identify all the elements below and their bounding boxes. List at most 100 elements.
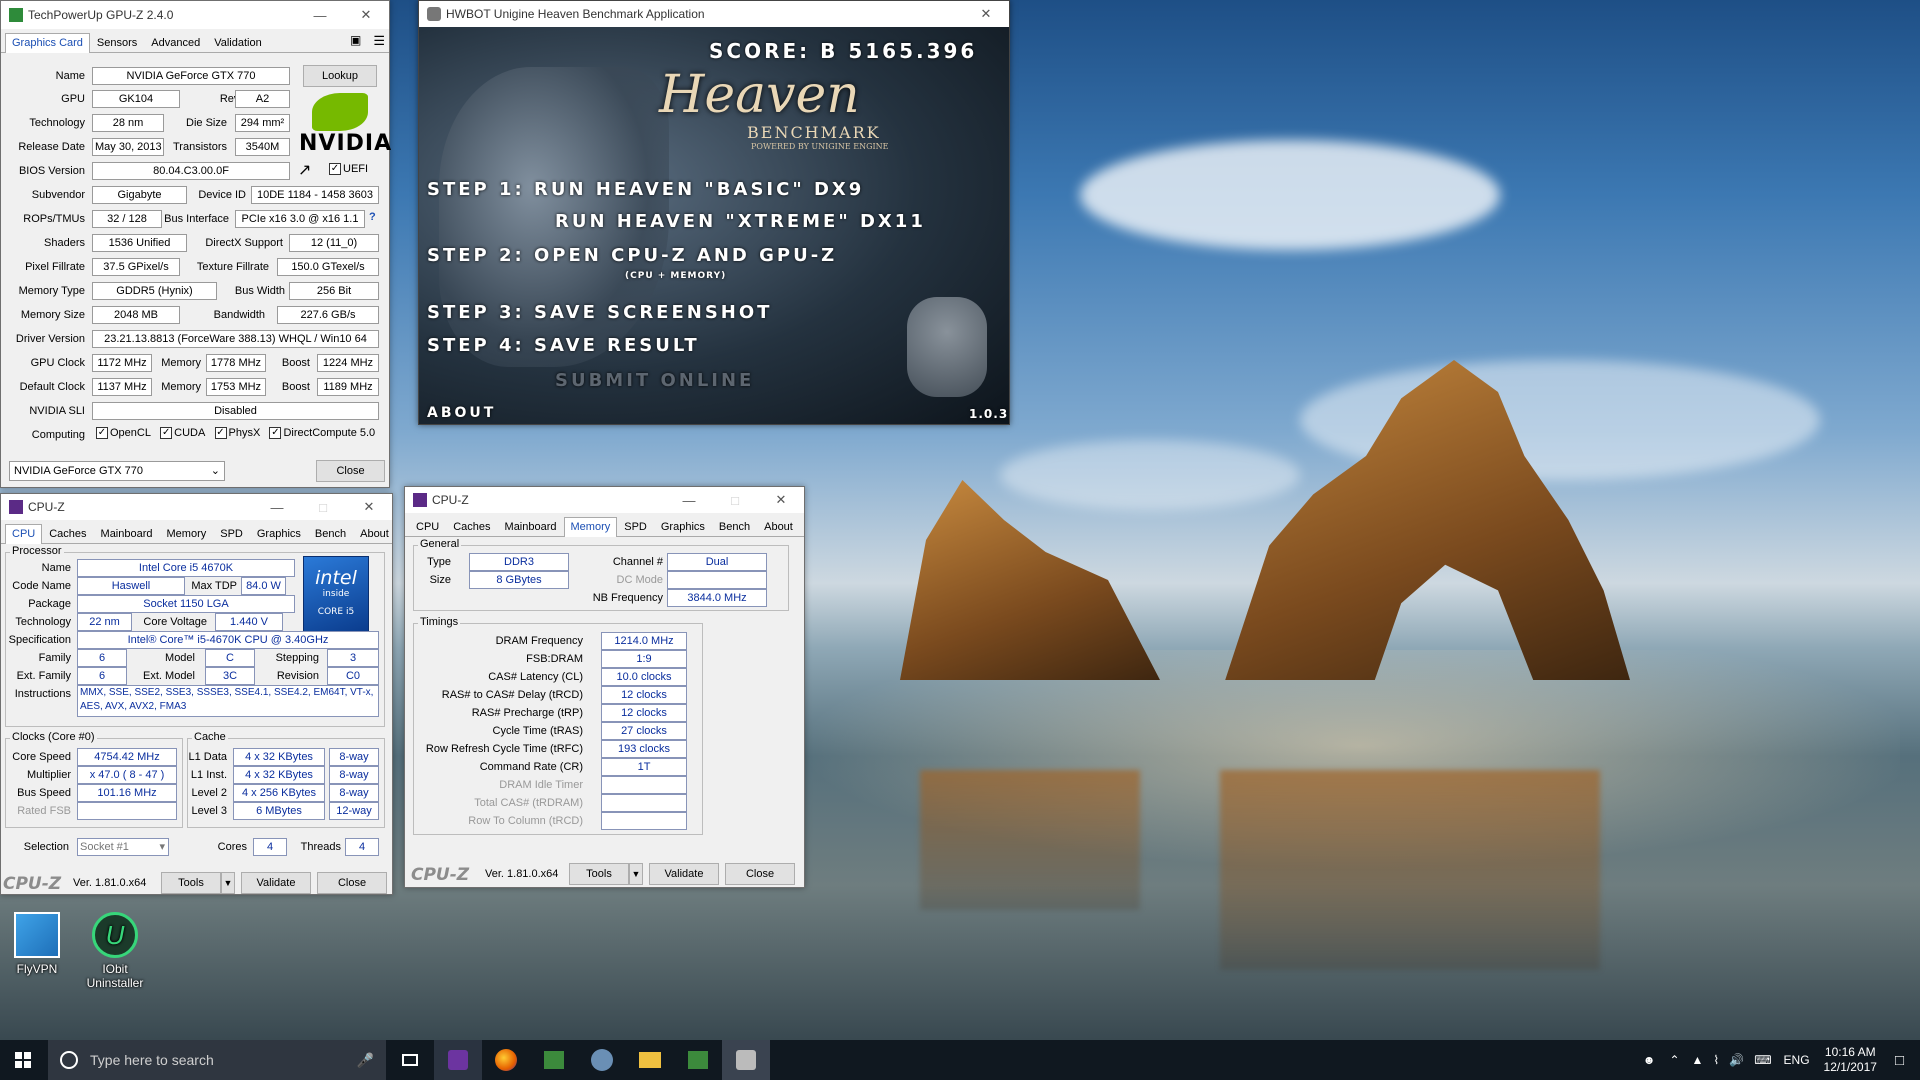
gpuz-titlebar[interactable]: TechPowerUp GPU-Z 2.4.0 — ✕ — [1, 1, 389, 29]
taskbar-file-explorer[interactable] — [626, 1040, 674, 1080]
tab-validation[interactable]: Validation — [207, 33, 269, 53]
submit-online-link[interactable]: SUBMIT ONLINE — [555, 370, 754, 391]
step4-link[interactable]: STEP 4: SAVE RESULT — [427, 335, 700, 356]
cuda-checkbox[interactable]: ✓ CUDA — [160, 427, 205, 440]
tools-button[interactable]: Tools — [161, 872, 221, 894]
socket-select[interactable]: Socket #1 ▾ — [77, 838, 169, 856]
taskbar-gpuz-2[interactable] — [674, 1040, 722, 1080]
desktop-icon-flyvpn[interactable]: FlyVPN — [2, 912, 72, 976]
minimize-icon[interactable]: — — [666, 486, 712, 514]
volume-icon[interactable]: 🔊 — [1729, 1053, 1744, 1067]
validate-button[interactable]: Validate — [241, 872, 311, 894]
close-button[interactable]: Close — [725, 863, 795, 885]
label: Stepping — [275, 652, 319, 664]
taskbar-steam[interactable] — [578, 1040, 626, 1080]
cpuz-titlebar[interactable]: CPU-Z — □ ✕ — [1, 494, 392, 520]
step1-xtreme-link[interactable]: RUN HEAVEN "XTREME" DX11 — [555, 211, 926, 232]
tab-memory[interactable]: Memory — [160, 524, 214, 544]
tab-spd[interactable]: SPD — [213, 524, 250, 544]
clock[interactable]: 10:16 AM 12/1/2017 — [1824, 1045, 1877, 1075]
dc-mode-field — [667, 571, 767, 589]
task-view-button[interactable] — [386, 1040, 434, 1080]
tab-about[interactable]: About — [353, 524, 396, 544]
step3-link[interactable]: STEP 3: SAVE SCREENSHOT — [427, 302, 772, 323]
gpu-select[interactable]: NVIDIA GeForce GTX 770 ⌄ — [9, 461, 225, 481]
close-button[interactable]: Close — [316, 460, 385, 482]
device-id-field: 10DE 1184 - 1458 3603 — [251, 186, 379, 204]
menu-icon[interactable]: ☰ — [373, 33, 385, 52]
search-box[interactable]: Type here to search 🎤 — [48, 1040, 386, 1080]
cpuz-titlebar[interactable]: CPU-Z — □ ✕ — [405, 487, 804, 513]
lookup-button[interactable]: Lookup — [303, 65, 377, 87]
tab-bench[interactable]: Bench — [712, 517, 757, 537]
tools-dropdown-icon[interactable]: ▼ — [629, 863, 643, 885]
default-memory-field: 1753 MHz — [206, 378, 266, 396]
system-tray: ☻ ⌃ ▲ ⌇ 🔊 ⌨ ENG 10:16 AM 12/1/2017 □ — [1643, 1040, 1920, 1080]
close-icon[interactable]: ✕ — [343, 1, 389, 29]
uefi-checkbox[interactable]: ✓ UEFI — [329, 163, 368, 176]
microphone-icon[interactable]: 🎤 — [357, 1052, 374, 1069]
tab-about[interactable]: About — [757, 517, 800, 537]
label: Memory Type — [18, 285, 85, 297]
maximize-icon[interactable]: □ — [300, 493, 346, 521]
minimize-icon[interactable]: — — [254, 493, 300, 521]
help-icon[interactable]: ? — [369, 211, 376, 223]
socket-select-value: Socket #1 — [80, 841, 129, 853]
tab-sensors[interactable]: Sensors — [90, 33, 144, 53]
label: Cores — [217, 841, 247, 853]
share-icon[interactable]: ↗ — [298, 160, 311, 180]
directcompute-checkbox[interactable]: ✓ DirectCompute 5.0 — [269, 427, 375, 440]
close-icon[interactable]: ✕ — [346, 493, 392, 521]
camera-icon[interactable]: ▣ — [350, 33, 361, 52]
network-icon[interactable]: ▲ — [1692, 1053, 1704, 1067]
label: Name — [41, 562, 71, 574]
label: Type — [427, 556, 451, 568]
physx-checkbox[interactable]: ✓ PhysX — [214, 427, 260, 440]
step2-link[interactable]: STEP 2: OPEN CPU-Z AND GPU-Z — [427, 245, 837, 266]
tab-advanced[interactable]: Advanced — [144, 33, 207, 53]
fsb-dram-field: 1:9 — [601, 650, 687, 668]
chevron-up-icon[interactable]: ⌃ — [1669, 1053, 1679, 1067]
tab-cpu[interactable]: CPU — [409, 517, 446, 537]
taskbar-firefox[interactable] — [482, 1040, 530, 1080]
tab-cpu[interactable]: CPU — [5, 524, 43, 544]
about-link[interactable]: ABOUT — [427, 405, 496, 421]
heaven-titlebar[interactable]: HWBOT Unigine Heaven Benchmark Applicati… — [419, 1, 1009, 27]
label: RAS# Precharge (tRP) — [471, 707, 583, 719]
taskbar-cpuz[interactable] — [434, 1040, 482, 1080]
opencl-checkbox[interactable]: ✓ OpenCL — [96, 427, 151, 440]
tab-mainboard[interactable]: Mainboard — [498, 517, 564, 537]
start-button[interactable] — [0, 1040, 46, 1080]
tab-memory[interactable]: Memory — [563, 517, 618, 537]
maximize-icon[interactable]: □ — [712, 486, 758, 514]
tab-graphics[interactable]: Graphics — [250, 524, 308, 544]
minimize-icon[interactable]: — — [297, 1, 343, 29]
taskbar-heaven[interactable] — [722, 1040, 770, 1080]
tools-dropdown-icon[interactable]: ▼ — [221, 872, 235, 894]
tab-graphics[interactable]: Graphics — [654, 517, 712, 537]
taskbar-gpuz[interactable] — [530, 1040, 578, 1080]
tab-graphics-card[interactable]: Graphics Card — [5, 33, 90, 53]
label: Memory — [161, 357, 201, 369]
wifi-icon[interactable]: ⌇ — [1713, 1053, 1719, 1067]
keyboard-icon[interactable]: ⌨ — [1754, 1053, 1771, 1067]
language-indicator[interactable]: ENG — [1784, 1053, 1810, 1067]
desktop-icon-iobit-uninstaller[interactable]: U IObit Uninstaller — [80, 912, 150, 990]
label: ROPs/TMUs — [23, 213, 85, 225]
validate-button[interactable]: Validate — [649, 863, 719, 885]
close-icon[interactable]: ✕ — [963, 0, 1009, 28]
people-icon[interactable]: ☻ — [1643, 1053, 1656, 1067]
close-icon[interactable]: ✕ — [758, 486, 804, 514]
label: DC Mode — [616, 574, 663, 586]
gpuz-panel: Name NVIDIA GeForce GTX 770 Lookup GPU G… — [1, 53, 391, 463]
close-button[interactable]: Close — [317, 872, 387, 894]
tab-mainboard[interactable]: Mainboard — [94, 524, 160, 544]
tab-caches[interactable]: Caches — [446, 517, 497, 537]
tab-bench[interactable]: Bench — [308, 524, 353, 544]
tab-caches[interactable]: Caches — [42, 524, 93, 544]
action-center-icon[interactable]: □ — [1895, 1052, 1904, 1069]
tab-spd[interactable]: SPD — [617, 517, 654, 537]
revision-field: C0 — [327, 667, 379, 685]
tools-button[interactable]: Tools — [569, 863, 629, 885]
step1-basic-link[interactable]: STEP 1: RUN HEAVEN "BASIC" DX9 — [427, 179, 864, 200]
